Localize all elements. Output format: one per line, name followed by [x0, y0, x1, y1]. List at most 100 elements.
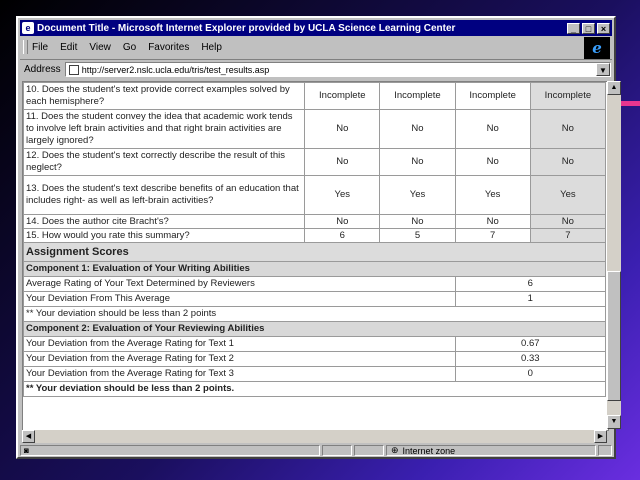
answer-cell: No [379, 214, 456, 229]
answer-cell: Yes [529, 175, 607, 215]
scroll-down-arrow-icon[interactable]: ▼ [607, 415, 621, 429]
score-value: 0 [454, 366, 607, 382]
score-label: Average Rating of Your Text Determined b… [23, 276, 456, 292]
score-label: Your Deviation From This Average [23, 291, 456, 307]
deviation-note: ** Your deviation should be less than 2 … [23, 306, 606, 322]
resize-grip-icon[interactable] [598, 445, 612, 456]
score-label: Your Deviation from the Average Rating f… [23, 351, 456, 367]
menu-favorites[interactable]: Favorites [148, 42, 189, 53]
answer-cell: No [454, 214, 531, 229]
answer-cell: Incomplete [304, 82, 381, 110]
answer-cell: No [454, 109, 531, 149]
menu-help[interactable]: Help [201, 42, 222, 53]
menu-bar: File Edit View Go Favorites Help [20, 38, 612, 56]
address-label: Address [24, 64, 61, 75]
table-row: Average Rating of Your Text Determined b… [23, 276, 607, 292]
answer-cell: No [454, 148, 531, 176]
component1-heading: Component 1: Evaluation of Your Writing … [23, 261, 606, 277]
scroll-up-arrow-icon[interactable]: ▲ [607, 81, 621, 95]
question-text: 12. Does the student's text correctly de… [23, 148, 306, 176]
question-text: 13. Does the student's text describe ben… [23, 175, 306, 215]
status-bar: ◙ ⊕ Internet zone [20, 444, 612, 457]
scroll-thumb[interactable] [607, 271, 621, 401]
component-header-row: Component 2: Evaluation of Your Reviewin… [23, 321, 606, 337]
scroll-left-arrow-icon[interactable]: ◀ [22, 430, 35, 443]
zone-label: Internet zone [402, 445, 456, 456]
window-title: Document Title - Microsoft Internet Expl… [37, 22, 456, 34]
ie-icon: e [22, 22, 34, 34]
table-row: Your Deviation from the Average Rating f… [23, 351, 607, 367]
assignment-header-row: Assignment Scores [23, 242, 606, 262]
title-bar: e Document Title - Microsoft Internet Ex… [20, 20, 612, 36]
status-panel [354, 445, 384, 456]
note-row: ** Your deviation should be less than 2 … [23, 306, 606, 322]
table-row: 14. Does the author cite Bracht's? No No… [23, 214, 607, 229]
score-value: 1 [454, 291, 607, 307]
vertical-scrollbar[interactable]: ▲ ▼ [607, 81, 621, 429]
answer-cell: No [379, 109, 456, 149]
answer-cell: No [529, 109, 607, 149]
answer-cell: 6 [304, 228, 381, 243]
question-text: 10. Does the student's text provide corr… [23, 82, 306, 110]
component-header-row: Component 1: Evaluation of Your Writing … [23, 261, 606, 277]
ie-logo-icon: e [584, 37, 610, 59]
results-table: 10. Does the student's text provide corr… [23, 82, 607, 397]
answer-cell: No [304, 109, 381, 149]
globe-icon: ⊕ [391, 445, 399, 455]
answer-cell: Yes [379, 175, 456, 215]
score-value: 6 [454, 276, 607, 292]
menu-go[interactable]: Go [123, 42, 136, 53]
table-row: Your Deviation From This Average 1 [23, 291, 607, 307]
menu-edit[interactable]: Edit [60, 42, 77, 53]
table-row: 13. Does the student's text describe ben… [23, 175, 607, 215]
answer-cell: 7 [529, 228, 607, 243]
score-label: Your Deviation from the Average Rating f… [23, 366, 456, 382]
answer-cell: No [304, 148, 381, 176]
answer-cell: Incomplete [379, 82, 456, 110]
question-text: 15. How would you rate this summary? [23, 228, 306, 243]
address-url: http://server2.nslc.ucla.edu/tris/test_r… [81, 64, 270, 75]
table-row: Your Deviation from the Average Rating f… [23, 336, 607, 352]
table-row: 10. Does the student's text provide corr… [23, 82, 607, 110]
status-page-icon: ◙ [24, 446, 29, 455]
browser-window: e Document Title - Microsoft Internet Ex… [16, 16, 621, 459]
note-row: ** Your deviation should be less than 2 … [23, 381, 606, 397]
maximize-button[interactable]: □ [582, 22, 595, 34]
component2-heading: Component 2: Evaluation of Your Reviewin… [23, 321, 606, 337]
address-field[interactable]: http://server2.nslc.ucla.edu/tris/test_r… [64, 62, 611, 77]
question-text: 11. Does the student convey the idea tha… [23, 109, 306, 149]
minimize-button[interactable]: _ [567, 22, 580, 34]
answer-cell: No [529, 148, 607, 176]
table-row: 12. Does the student's text correctly de… [23, 148, 607, 176]
accent-bar [618, 101, 640, 106]
score-label: Your Deviation from the Average Rating f… [23, 336, 456, 352]
page-icon [68, 64, 79, 75]
answer-cell: Incomplete [529, 82, 607, 110]
scroll-right-arrow-icon[interactable]: ▶ [594, 430, 607, 443]
status-zone: ⊕ Internet zone [386, 445, 596, 456]
toolbar-grip[interactable] [23, 40, 28, 54]
answer-cell: Yes [454, 175, 531, 215]
answer-cell: Incomplete [454, 82, 531, 110]
table-row: 11. Does the student convey the idea tha… [23, 109, 607, 149]
answer-cell: No [529, 214, 607, 229]
table-row: 15. How would you rate this summary? 6 5… [23, 228, 607, 243]
address-bar: Address http://server2.nslc.ucla.edu/tri… [20, 59, 612, 79]
address-dropdown-button[interactable]: ▼ [596, 63, 610, 76]
close-button[interactable]: × [597, 22, 610, 34]
answer-cell: No [304, 214, 381, 229]
deviation-note: ** Your deviation should be less than 2 … [23, 381, 606, 397]
menu-view[interactable]: View [89, 42, 111, 53]
status-main: ◙ [20, 445, 320, 456]
question-text: 14. Does the author cite Bracht's? [23, 214, 306, 229]
score-value: 0.67 [454, 336, 607, 352]
table-row: Your Deviation from the Average Rating f… [23, 366, 607, 382]
horizontal-scrollbar[interactable]: ◀ ▶ [22, 430, 607, 443]
answer-cell: 7 [454, 228, 531, 243]
answer-cell: 5 [379, 228, 456, 243]
answer-cell: No [379, 148, 456, 176]
assignment-heading: Assignment Scores [23, 242, 606, 262]
status-panel [322, 445, 352, 456]
page-content: 10. Does the student's text provide corr… [22, 81, 609, 431]
menu-file[interactable]: File [32, 42, 48, 53]
